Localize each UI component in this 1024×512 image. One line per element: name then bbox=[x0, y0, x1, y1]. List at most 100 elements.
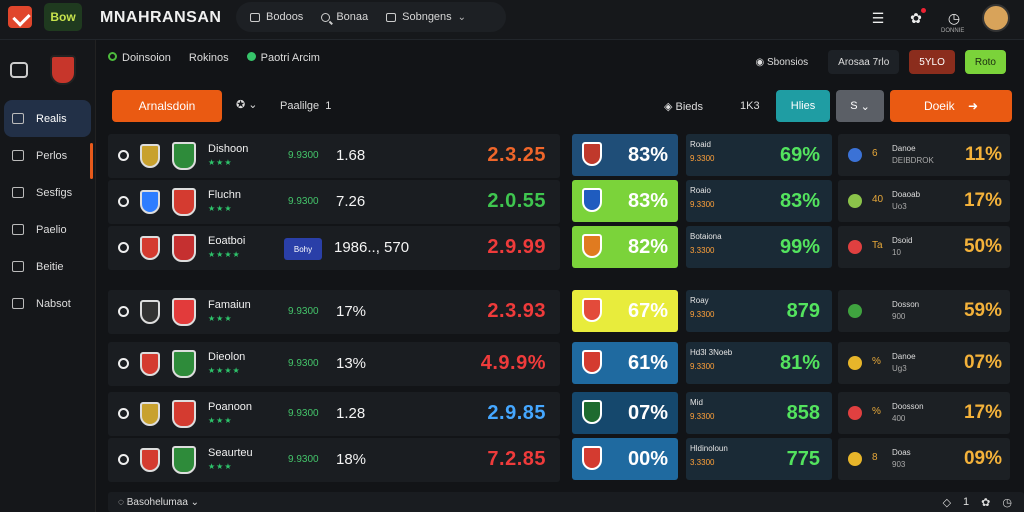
teal-button[interactable]: Hlies bbox=[776, 90, 830, 122]
top-icons: ☰ ✿ ◷ DONNIE bbox=[868, 4, 1010, 35]
clock-icon[interactable]: ◷ bbox=[1002, 496, 1012, 509]
footer-right: ◇ 1 ✿ ◷ bbox=[943, 496, 1012, 509]
detail-card[interactable]: Roaid 9.3300 69% bbox=[686, 134, 832, 176]
detail-card[interactable]: Botaiona 3.3300 99% bbox=[686, 226, 832, 268]
odds-main: 18% bbox=[336, 451, 367, 468]
detail-value: 69% bbox=[779, 144, 820, 166]
filter-arosaa[interactable]: Arosaa 7rlo bbox=[828, 50, 900, 74]
stat-card[interactable]: 8 Doas 903 09% bbox=[838, 438, 1010, 480]
clock-icon[interactable]: ◷ DONNIE bbox=[941, 8, 964, 35]
detail-title: Roay bbox=[690, 296, 709, 305]
app-root: Bow MNAHRANSAN Bodoos Bonaa Sobngens ⌄ ☰… bbox=[0, 0, 1024, 512]
gear-icon[interactable]: ✿ bbox=[906, 8, 926, 28]
table-row[interactable]: Poanoon ★★★ 9.9300 1.28 2.9.85 bbox=[108, 392, 560, 436]
shield-icon[interactable]: ◇ bbox=[943, 496, 951, 509]
detail-value: 83% bbox=[779, 190, 820, 212]
row-radio[interactable] bbox=[118, 306, 129, 317]
detail-card[interactable]: Hldinoloun 3.3300 775 bbox=[686, 438, 832, 480]
home-crest-icon bbox=[140, 190, 160, 214]
logo-icon[interactable] bbox=[8, 6, 32, 28]
probability-card[interactable]: 00% bbox=[572, 438, 678, 480]
odds-small: 9.9300 bbox=[288, 358, 319, 369]
sidebar-item-nabsot[interactable]: Nabsot bbox=[4, 285, 91, 322]
sidebar-item-paelio[interactable]: Paelio bbox=[4, 211, 91, 248]
app-title: MNAHRANSAN bbox=[100, 9, 222, 26]
filter-doinsoion[interactable]: Doinsoion bbox=[108, 52, 171, 64]
filter-paotri[interactable]: Paotri Arcim bbox=[246, 52, 320, 64]
detail-card[interactable]: Roay 9.3300 879 bbox=[686, 290, 832, 332]
stat-label: Danoe bbox=[892, 352, 916, 361]
probability-card[interactable]: 67% bbox=[572, 290, 678, 332]
window-icon[interactable] bbox=[10, 62, 28, 78]
club-crest-icon bbox=[582, 142, 602, 166]
away-crest-icon bbox=[172, 234, 196, 262]
filter-5ylo[interactable]: 5YLO bbox=[909, 50, 955, 74]
detail-card[interactable]: Roaio 9.3300 83% bbox=[686, 180, 832, 222]
filter-rokinos[interactable]: Rokinos bbox=[189, 52, 229, 64]
nav-item-bodoos[interactable]: Bodoos bbox=[250, 11, 303, 23]
stat-card[interactable]: Dosson 900 59% bbox=[838, 290, 1010, 332]
odds-main: 17% bbox=[336, 303, 367, 320]
row-radio[interactable] bbox=[118, 358, 129, 369]
team-dot-icon bbox=[848, 452, 862, 466]
sidebar-item-label: Perlos bbox=[36, 149, 68, 162]
row-radio[interactable] bbox=[118, 196, 129, 207]
table-row[interactable]: Eoatboi ★★★★ Bohy 1986.., 570 2.9.99 bbox=[108, 226, 560, 270]
sidebar-item-sesfigs[interactable]: Sesfigs bbox=[4, 174, 91, 211]
detail-sub: 9.3300 bbox=[690, 154, 715, 163]
primary-button[interactable]: Arnalsdoin bbox=[112, 90, 222, 122]
probability-card[interactable]: 83% bbox=[572, 180, 678, 222]
avatar[interactable] bbox=[982, 4, 1010, 32]
filter-roto[interactable]: Roto bbox=[964, 50, 1006, 74]
sort-dropdown[interactable]: ✪ ⌄ bbox=[236, 98, 258, 111]
sidebar-item-realis[interactable]: Realis bbox=[4, 100, 91, 137]
probability-value: 83% bbox=[627, 144, 668, 166]
stat-card[interactable]: Ta Dsoid 10 50% bbox=[838, 226, 1010, 268]
probability-card[interactable]: 61% bbox=[572, 342, 678, 384]
nav-item-bonaa[interactable]: Bonaa bbox=[321, 11, 368, 23]
row-radio[interactable] bbox=[118, 150, 129, 161]
stat-num: 8 bbox=[872, 452, 878, 463]
detail-value: 858 bbox=[786, 402, 820, 424]
stat-card[interactable]: % Danoe Ug3 07% bbox=[838, 342, 1010, 384]
row-radio[interactable] bbox=[118, 242, 129, 253]
menu-icon[interactable]: ☰ bbox=[868, 8, 888, 28]
stats-text: Bieds bbox=[675, 101, 704, 113]
stat-sub: DEIBDROK bbox=[892, 156, 934, 165]
probability-card[interactable]: 07% bbox=[572, 392, 678, 434]
detail-card[interactable]: Hd3l 3Noeb 9.3300 81% bbox=[686, 342, 832, 384]
probability-card[interactable]: 83% bbox=[572, 134, 678, 176]
cta-button[interactable]: Doeik ➜ bbox=[890, 90, 1012, 122]
stat-value: 50% bbox=[963, 236, 1002, 257]
table-row[interactable]: Dieolon ★★★★ 9.9300 13% 4.9.9% bbox=[108, 342, 560, 386]
stat-card[interactable]: 6 Danoe DEIBDROK 11% bbox=[838, 134, 1010, 176]
sidebar-item-label: Beitie bbox=[36, 260, 64, 273]
filter-sbonsios[interactable]: ◉ Sbonsios bbox=[746, 50, 819, 74]
team-name: Seaurteu bbox=[208, 447, 253, 459]
detail-title: Botaiona bbox=[690, 232, 722, 241]
table-row[interactable]: Dishoon ★★★ 9.9300 1.68 2.3.25 bbox=[108, 134, 560, 178]
stat-card[interactable]: % Doosson 400 17% bbox=[838, 392, 1010, 434]
table-row[interactable]: Fluchn ★★★ 9.9300 7.26 2.0.55 bbox=[108, 180, 560, 224]
nav-item-settings[interactable]: Sobngens ⌄ bbox=[386, 11, 466, 23]
detail-title: Hldinoloun bbox=[690, 444, 728, 453]
row-badge[interactable]: Bohy bbox=[284, 238, 322, 260]
gear-icon[interactable]: ✿ bbox=[981, 496, 990, 509]
row-radio[interactable] bbox=[118, 454, 129, 465]
table-row[interactable]: Seaurteu ★★★ 9.9300 18% 7.2.85 bbox=[108, 438, 560, 482]
stat-card[interactable]: 40 Doaoab Uo3 17% bbox=[838, 180, 1010, 222]
probability-value: 82% bbox=[627, 236, 668, 258]
detail-card[interactable]: Mid 9.3300 858 bbox=[686, 392, 832, 434]
footer-left[interactable]: ◌ Basohelumaa ⌄ bbox=[118, 497, 199, 508]
grey-button-label: S bbox=[850, 100, 858, 112]
table-row[interactable]: Famaiun ★★★ 9.9300 17% 2.3.93 bbox=[108, 290, 560, 334]
sidebar-item-beitie[interactable]: Beitie bbox=[4, 248, 91, 285]
score: 2.9.85 bbox=[487, 402, 546, 424]
detail-title: Roaio bbox=[690, 186, 711, 195]
sidebar-item-perlos[interactable]: Perlos bbox=[4, 137, 91, 174]
grey-button[interactable]: S ⌄ bbox=[836, 90, 884, 122]
row-radio[interactable] bbox=[118, 408, 129, 419]
probability-card[interactable]: 82% bbox=[572, 226, 678, 268]
rating-stars: ★★★ bbox=[208, 204, 233, 213]
stat-value: 07% bbox=[963, 352, 1002, 373]
